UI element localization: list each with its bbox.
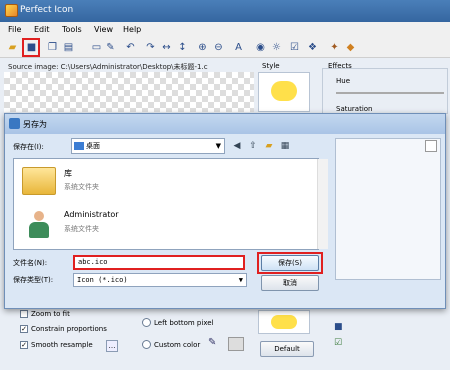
color-swatch[interactable] <box>228 337 244 351</box>
dialog-title: 另存为 <box>23 120 47 129</box>
cancel-button[interactable]: 取消 <box>261 275 319 291</box>
flip-vertical-icon[interactable]: ↕ <box>176 41 189 54</box>
zoom-out-icon[interactable]: ⊖ <box>212 41 225 54</box>
save-in-select[interactable]: 桌面 ▼ <box>71 138 225 154</box>
preview-document-icon <box>425 140 437 152</box>
filetype-value: Icon (*.ico) <box>77 276 128 284</box>
check-icon[interactable]: ☑ <box>288 41 301 54</box>
file-type: 系统文件夹 <box>64 225 99 233</box>
save-as-dialog: 另存为 保存在(I): 桌面 ▼ ◀ ⇧ ▰ ▦ 库 系统文件夹 Adminis… <box>4 113 446 309</box>
app-titlebar: Perfect Icon <box>0 0 450 22</box>
hue-label: Hue <box>336 77 351 85</box>
redo-icon[interactable]: ↷ <box>144 41 157 54</box>
toolbox-icon[interactable]: ✦ <box>328 41 341 54</box>
undo-icon[interactable]: ↶ <box>124 41 137 54</box>
open-folder-icon[interactable]: ▰ <box>6 41 19 54</box>
resample-options-button[interactable]: … <box>106 340 118 352</box>
menu-edit[interactable]: Edit <box>34 25 50 34</box>
menu-tools[interactable]: Tools <box>62 25 82 34</box>
list-item[interactable]: 库 系统文件夹 <box>20 163 300 199</box>
hue-slider[interactable] <box>336 92 444 94</box>
paste-icon[interactable]: ▤ <box>62 41 75 54</box>
left-bottom-pixel-radio[interactable] <box>142 318 151 327</box>
menu-help[interactable]: Help <box>123 25 141 34</box>
filetype-label: 保存类型(T): <box>13 276 54 284</box>
settings-icon[interactable]: ☼ <box>270 41 283 54</box>
save-icon-highlight <box>22 38 40 57</box>
smooth-resample-option[interactable]: ✓ Smooth resample <box>20 341 93 349</box>
app-title: Perfect Icon <box>20 5 74 15</box>
menu-view[interactable]: View <box>94 25 113 34</box>
smooth-resample-label: Smooth resample <box>31 341 93 349</box>
menu-bar: File Edit Tools View Help <box>0 22 450 38</box>
style-preview-lower[interactable] <box>258 310 310 334</box>
view-menu-icon[interactable]: ▦ <box>279 140 291 152</box>
source-canvas[interactable] <box>4 72 254 112</box>
saturation-label: Saturation <box>336 105 373 113</box>
toolbar: ▰ ■ ❐ ▤ ▭ ✎ ↶ ↷ ↔ ↕ ⊕ ⊖ A ◉ ☼ ☑ ❖ ✦ ◆ <box>0 38 450 58</box>
app-icon <box>5 4 18 17</box>
tag-icon[interactable]: ◆ <box>344 41 357 54</box>
constrain-proportions-label: Constrain proportions <box>31 325 107 333</box>
flip-horizontal-icon[interactable]: ↔ <box>160 41 173 54</box>
smooth-resample-checkbox[interactable]: ✓ <box>20 341 28 349</box>
zoom-to-fit-label: Zoom to fit <box>31 310 70 318</box>
save-button[interactable]: 保存(S) <box>261 255 319 271</box>
new-folder-icon[interactable]: ▰ <box>263 140 275 152</box>
source-image-label: Source image: C:\Users\Administrator\Des… <box>8 63 208 71</box>
select-icon[interactable]: ▭ <box>90 41 103 54</box>
zoom-to-fit-checkbox[interactable] <box>20 310 28 318</box>
file-type: 系统文件夹 <box>64 183 99 191</box>
filename-input[interactable]: abc.ico <box>73 255 245 270</box>
custom-color-radio[interactable] <box>142 340 151 349</box>
file-list[interactable]: 库 系统文件夹 Administrator 系统文件夹 <box>13 158 328 250</box>
library-folder-icon <box>22 167 56 195</box>
style-label: Style <box>262 62 280 70</box>
save-small-icon[interactable]: ■ <box>334 322 343 332</box>
left-bottom-pixel-option[interactable]: Left bottom pixel <box>142 318 214 327</box>
pen-icon[interactable]: ✎ <box>104 41 117 54</box>
file-name: 库 <box>64 169 72 178</box>
style-preview-lower-icon <box>271 315 297 329</box>
eyedropper-icon[interactable]: ✎ <box>208 337 216 348</box>
filename-label: 文件名(N): <box>13 259 48 267</box>
save-in-value: 桌面 <box>86 142 100 150</box>
chevron-down-icon: ▼ <box>238 276 243 284</box>
left-bottom-pixel-label: Left bottom pixel <box>154 318 214 327</box>
list-item[interactable]: Administrator 系统文件夹 <box>20 205 300 241</box>
effects-label: Effects <box>328 62 352 70</box>
user-folder-icon <box>26 207 52 239</box>
copy-icon[interactable]: ❐ <box>46 41 59 54</box>
custom-color-label: Custom color <box>154 340 201 349</box>
default-button[interactable]: Default <box>260 341 314 357</box>
preview-box <box>335 138 441 280</box>
style-panel[interactable] <box>258 72 310 112</box>
up-folder-icon[interactable]: ⇧ <box>247 140 259 152</box>
desktop-icon <box>74 142 84 150</box>
dialog-icon <box>9 118 20 129</box>
constrain-proportions-option[interactable]: ✓ Constrain proportions <box>20 325 107 333</box>
filetype-select[interactable]: Icon (*.ico) ▼ <box>73 273 247 287</box>
apply-icon[interactable]: ☑ <box>334 338 342 348</box>
constrain-proportions-checkbox[interactable]: ✓ <box>20 325 28 333</box>
style-preview-icon <box>271 81 297 101</box>
zoom-in-icon[interactable]: ⊕ <box>196 41 209 54</box>
save-in-label: 保存在(I): <box>13 143 44 151</box>
dialog-titlebar: 另存为 <box>5 114 445 134</box>
text-tool-icon[interactable]: A <box>232 41 245 54</box>
file-name: Administrator <box>64 210 119 219</box>
chevron-down-icon: ▼ <box>215 142 221 150</box>
back-icon[interactable]: ◀ <box>231 140 243 152</box>
zoom-to-fit-option[interactable]: Zoom to fit <box>20 310 70 318</box>
windows-icon[interactable]: ❖ <box>306 41 319 54</box>
file-list-scrollbar[interactable] <box>317 159 328 249</box>
custom-color-option[interactable]: Custom color <box>142 340 200 349</box>
menu-file[interactable]: File <box>8 25 21 34</box>
view-icon[interactable]: ◉ <box>254 41 267 54</box>
